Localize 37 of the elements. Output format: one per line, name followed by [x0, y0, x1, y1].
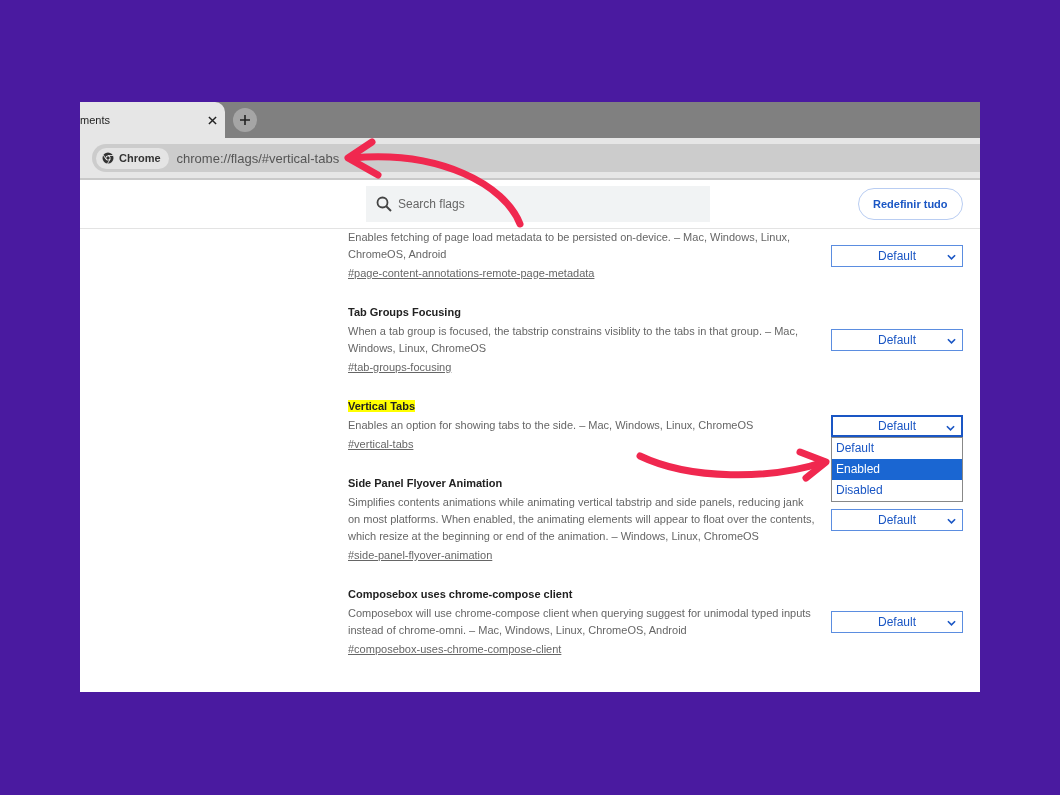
- address-bar[interactable]: Chrome chrome://flags/#vertical-tabs: [92, 144, 980, 172]
- flag-title: Side Panel Flyover Animation: [348, 477, 503, 489]
- flag-description: Enables an option for showing tabs to the side. – Mac, Windows, Linux, ChromeOS: [348, 418, 755, 433]
- search-icon: [376, 196, 392, 212]
- search-field[interactable]: Search flags: [366, 186, 710, 222]
- flag-link[interactable]: #tab-groups-focusing: [348, 359, 452, 376]
- dropdown-option[interactable]: Disabled: [832, 479, 962, 501]
- flag-dropdown[interactable]: Default: [831, 244, 963, 267]
- flag-link[interactable]: #page-content-annotations-remote-page-metadata: [348, 265, 595, 282]
- plus-icon: [240, 115, 250, 125]
- flag-title: Composebox uses chrome-compose client: [348, 588, 573, 600]
- flag-link[interactable]: #vertical-tabs: [348, 436, 414, 453]
- browser-logo-icon: [102, 152, 114, 164]
- dropdown-option[interactable]: Enabled: [832, 458, 962, 480]
- flag-title: Tab Groups Focusing: [348, 306, 461, 318]
- site-chip[interactable]: Chrome: [96, 147, 169, 169]
- browser-tab[interactable]: ments: [80, 102, 225, 138]
- flag-dropdown[interactable]: Default: [831, 611, 963, 633]
- chevron-icon: [947, 517, 956, 524]
- flag-link[interactable]: #composebox-uses-chrome-compose-client: [348, 641, 562, 658]
- flag-description: Simplifies contents animations while animating vertical tabstrip and side panels, reducing jank on most platforms. When enabled, the animating elements will appear to float over the contents, which resize at the beginning or end of the animation. – Windows, Linux, ChromeOS: [348, 495, 816, 544]
- flag-description: Enables fetching of page load metadata to be persisted on-device. – Mac, Windows, Linux, ChromeOS, Android: [348, 230, 792, 262]
- flag-dropdown[interactable]: Default: [831, 508, 963, 531]
- flag-description: Composebox will use chrome-compose client when querying suggest for unimodal typed inputs instead of chrome-omni. – Mac, Windows, Linux, ChromeOS, Android: [348, 606, 812, 638]
- chevron-icon: [947, 338, 956, 344]
- reset-all-button[interactable]: Redefinir tudo: [858, 188, 963, 220]
- chevron-icon: [946, 424, 955, 431]
- chevron-icon: [947, 620, 956, 626]
- new-tab-button[interactable]: [233, 108, 257, 132]
- dropdown-option[interactable]: Default: [832, 437, 962, 459]
- flag-description: When a tab group is focused, the tabstrip constrains visiblity to the tabs in that group. – Mac, Windows, Linux, ChromeOS: [348, 324, 800, 356]
- flag-dropdown[interactable]: Default: [831, 329, 963, 351]
- flag-link[interactable]: #side-panel-flyover-animation: [348, 547, 493, 564]
- flag-dropdown[interactable]: Default: [831, 414, 963, 437]
- flag-title: Vertical Tabs: [348, 400, 416, 412]
- close-icon[interactable]: [208, 115, 217, 125]
- chevron-icon: [947, 253, 956, 260]
